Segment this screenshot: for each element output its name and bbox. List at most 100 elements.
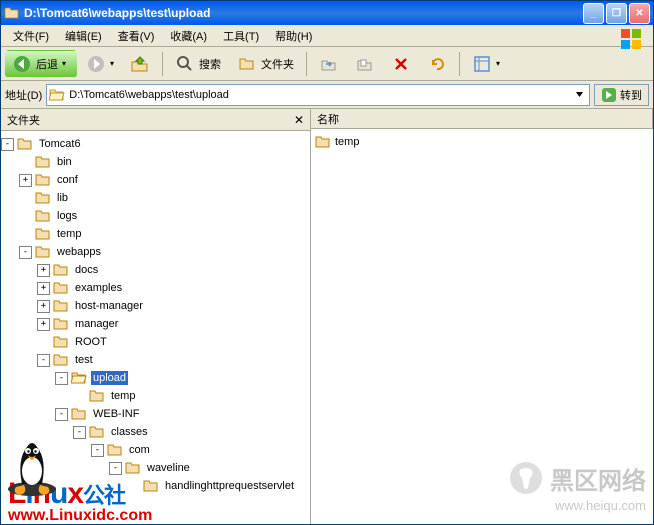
folder-icon	[53, 353, 69, 367]
forward-icon	[86, 54, 106, 74]
tree-item-logs[interactable]: logs	[1, 207, 310, 225]
minimize-button[interactable]: _	[583, 3, 604, 24]
folder-icon	[71, 407, 87, 421]
tree-label: handlinghttprequestservlet	[163, 479, 296, 493]
collapse-icon[interactable]: -	[37, 354, 50, 367]
tree-item-bin[interactable]: bin	[1, 153, 310, 171]
go-label: 转到	[620, 87, 642, 103]
address-input-wrap[interactable]	[46, 84, 590, 106]
folders-button[interactable]: 文件夹	[230, 50, 301, 78]
folder-icon	[35, 155, 51, 169]
folder-open-icon	[71, 371, 87, 385]
collapse-icon[interactable]: -	[55, 408, 68, 421]
tree-item-docs[interactable]: + docs	[1, 261, 310, 279]
collapse-icon[interactable]: -	[73, 426, 86, 439]
tree-item-conf[interactable]: +conf	[1, 171, 310, 189]
folder-icon	[53, 335, 69, 349]
tree-item-waveline[interactable]: - waveline	[1, 459, 310, 477]
back-icon	[12, 54, 32, 74]
copyto-button[interactable]	[348, 50, 382, 78]
go-button[interactable]: 转到	[594, 84, 649, 106]
tree-label: waveline	[145, 461, 192, 475]
tree-item-webinf[interactable]: - WEB-INF	[1, 405, 310, 423]
tree-label: docs	[73, 263, 100, 277]
folder-icon	[53, 263, 69, 277]
delete-button[interactable]	[384, 50, 418, 78]
tree-label: manager	[73, 317, 120, 331]
tree-label: host-manager	[73, 299, 145, 313]
delete-icon	[391, 54, 411, 74]
undo-button[interactable]	[420, 50, 454, 78]
tree-label: test	[73, 353, 95, 367]
collapse-icon[interactable]: -	[109, 462, 122, 475]
tree-item-test[interactable]: - test	[1, 351, 310, 369]
search-button[interactable]: 搜索	[168, 50, 228, 78]
folder-icon	[35, 245, 51, 259]
tree-item-upload-temp[interactable]: temp	[1, 387, 310, 405]
tree-label: examples	[73, 281, 124, 295]
forward-button[interactable]: ▾	[79, 50, 121, 78]
tree-label: WEB-INF	[91, 407, 141, 421]
menu-file[interactable]: 文件(F)	[5, 26, 57, 46]
folders-panel-title: 文件夹	[7, 112, 40, 128]
search-icon	[175, 54, 195, 74]
list-header: 名称	[311, 109, 653, 129]
menu-favorites[interactable]: 收藏(A)	[162, 26, 215, 46]
tree-label: lib	[55, 191, 70, 205]
moveto-button[interactable]	[312, 50, 346, 78]
expand-icon[interactable]: +	[37, 318, 50, 331]
expand-icon[interactable]: +	[37, 282, 50, 295]
collapse-icon[interactable]: -	[1, 138, 14, 151]
folder-icon	[17, 137, 33, 151]
menu-tools[interactable]: 工具(T)	[215, 26, 267, 46]
copyto-icon	[355, 54, 375, 74]
tree-item-manager[interactable]: + manager	[1, 315, 310, 333]
tree-item-webapps[interactable]: - webapps	[1, 243, 310, 261]
expand-icon[interactable]: +	[37, 264, 50, 277]
views-button[interactable]: ▾	[465, 50, 507, 78]
address-input[interactable]	[69, 89, 571, 101]
tree-item-temp[interactable]: temp	[1, 225, 310, 243]
toolbar: 后退 ▾ ▾ 搜索 文件夹	[1, 47, 653, 81]
back-label: 后退	[36, 56, 58, 72]
expand-icon[interactable]: +	[37, 300, 50, 313]
tree-item-classes[interactable]: -classes	[1, 423, 310, 441]
tree-item-hostmanager[interactable]: + host-manager	[1, 297, 310, 315]
up-button[interactable]	[123, 50, 157, 78]
menu-edit[interactable]: 编辑(E)	[57, 26, 110, 46]
tree-item-root[interactable]: ROOT	[1, 333, 310, 351]
maximize-button[interactable]: ❐	[606, 3, 627, 24]
tree-label: webapps	[55, 245, 103, 259]
folder-icon	[315, 135, 331, 149]
close-panel-button[interactable]: ✕	[294, 113, 304, 127]
collapse-icon[interactable]: -	[91, 444, 104, 457]
tree-item-com[interactable]: -com	[1, 441, 310, 459]
folder-icon	[53, 299, 69, 313]
toolbar-divider	[162, 52, 163, 76]
folder-icon	[35, 227, 51, 241]
folder-tree[interactable]: - Tomcat6 bin +conf lib logs temp - webap…	[1, 131, 310, 524]
list-item[interactable]: temp	[315, 133, 649, 151]
back-button[interactable]: 后退 ▾	[5, 50, 77, 78]
tree-item-examples[interactable]: + examples	[1, 279, 310, 297]
tree-item-tomcat6[interactable]: - Tomcat6	[1, 135, 310, 153]
tree-item-handler[interactable]: handlinghttprequestservlet	[1, 477, 310, 495]
menu-help[interactable]: 帮助(H)	[267, 26, 320, 46]
search-label: 搜索	[199, 56, 221, 72]
collapse-icon[interactable]: -	[55, 372, 68, 385]
tree-label: temp	[109, 389, 137, 403]
address-dropdown[interactable]	[571, 85, 587, 105]
expand-icon[interactable]: +	[19, 174, 32, 187]
chevron-down-icon: ▾	[110, 59, 114, 68]
file-list[interactable]: temp	[311, 129, 653, 524]
menu-view[interactable]: 查看(V)	[110, 26, 163, 46]
tree-label: temp	[55, 227, 83, 241]
toolbar-divider	[306, 52, 307, 76]
tree-item-lib[interactable]: lib	[1, 189, 310, 207]
close-button[interactable]: ✕	[629, 3, 650, 24]
list-column-name[interactable]: 名称	[311, 109, 653, 128]
chevron-down-icon: ▾	[496, 59, 500, 68]
views-icon	[472, 54, 492, 74]
collapse-icon[interactable]: -	[19, 246, 32, 259]
tree-item-upload[interactable]: -upload	[1, 369, 310, 387]
